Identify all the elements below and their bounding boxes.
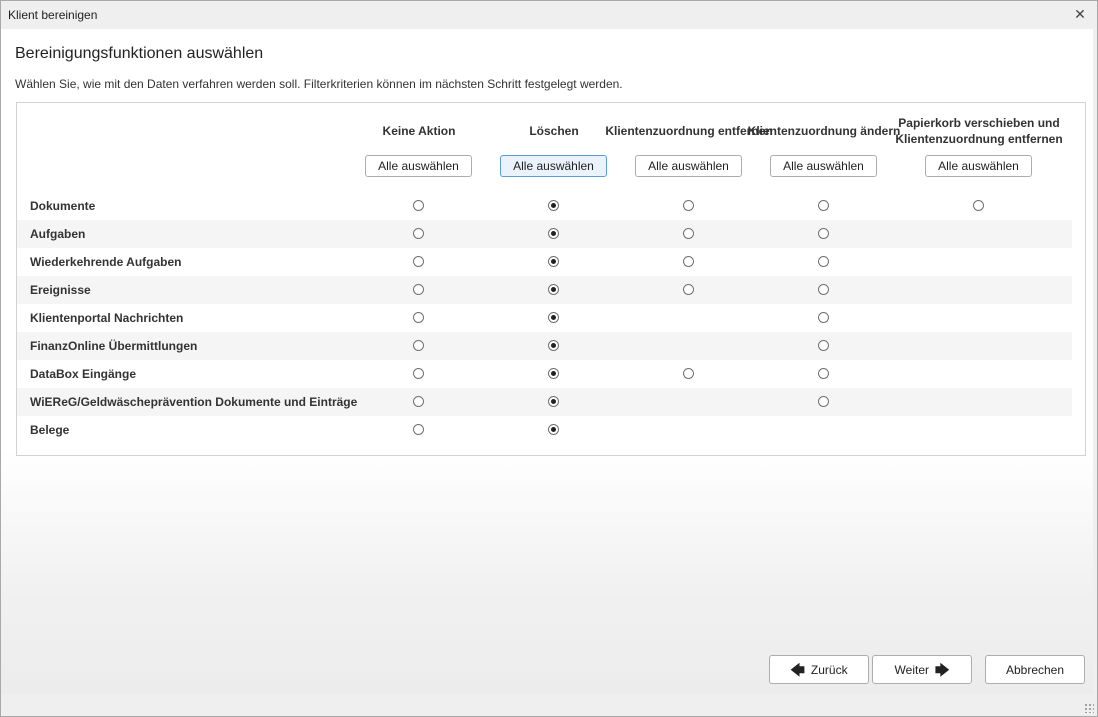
table-row: Ereignisse <box>17 276 1072 304</box>
radio-button[interactable] <box>413 368 424 379</box>
radio-button[interactable] <box>548 312 559 323</box>
row-label: Wiederkehrende Aufgaben <box>30 255 182 269</box>
arrow-left-icon: 🡄 <box>790 661 805 678</box>
row-label: Klientenportal Nachrichten <box>30 311 184 325</box>
radio-button[interactable] <box>683 256 694 267</box>
radio-button[interactable] <box>413 424 424 435</box>
row-label: FinanzOnline Übermittlungen <box>30 339 198 353</box>
back-button-label: Zurück <box>810 662 848 677</box>
content-panel: Bereinigungsfunktionen auswählen Wählen … <box>1 29 1093 694</box>
radio-button[interactable] <box>683 368 694 379</box>
table-row: DataBox Eingänge <box>17 360 1072 388</box>
table-row: Klientenportal Nachrichten <box>17 304 1072 332</box>
title-bar: Klient bereinigen ✕ <box>1 1 1097 29</box>
next-button-label: Weiter <box>894 662 929 677</box>
table-row: Dokumente <box>17 192 1072 220</box>
radio-button[interactable] <box>413 200 424 211</box>
radio-button[interactable] <box>818 200 829 211</box>
resize-grip-icon[interactable] <box>1084 703 1094 713</box>
cancel-button[interactable]: Abbrechen <box>985 655 1085 684</box>
select-all-button[interactable]: Alle auswählen <box>365 155 472 177</box>
instruction-text: Wählen Sie, wie mit den Daten verfahren … <box>15 77 623 91</box>
row-label: Ereignisse <box>30 283 91 297</box>
select-all-button[interactable]: Alle auswählen <box>925 155 1032 177</box>
radio-button[interactable] <box>548 256 559 267</box>
back-button[interactable]: 🡄 Zurück <box>769 655 869 684</box>
column-header: Klientenzuordnung ändern <box>747 124 901 138</box>
row-label: DataBox Eingänge <box>30 367 137 381</box>
radio-button[interactable] <box>548 200 559 211</box>
radio-button[interactable] <box>683 228 694 239</box>
radio-button[interactable] <box>683 200 694 211</box>
page-title: Bereinigungsfunktionen auswählen <box>15 45 264 62</box>
radio-button[interactable] <box>548 396 559 407</box>
radio-button[interactable] <box>818 368 829 379</box>
radio-button[interactable] <box>413 340 424 351</box>
radio-button[interactable] <box>973 200 984 211</box>
row-label: Aufgaben <box>30 227 86 241</box>
dialog-window: Klient bereinigen ✕ Bereinigungsfunktion… <box>0 0 1098 717</box>
table-row: WiEReG/Geldwäscheprävention Dokumente un… <box>17 388 1072 416</box>
table-row: Wiederkehrende Aufgaben <box>17 248 1072 276</box>
row-label: WiEReG/Geldwäscheprävention Dokumente un… <box>30 395 358 409</box>
radio-button[interactable] <box>413 228 424 239</box>
table-row: FinanzOnline Übermittlungen <box>17 332 1072 360</box>
table-row: Belege <box>17 416 1072 444</box>
next-button[interactable]: Weiter 🡆 <box>872 655 972 684</box>
radio-button[interactable] <box>413 312 424 323</box>
select-all-button[interactable]: Alle auswählen <box>635 155 742 177</box>
table-row: Aufgaben <box>17 220 1072 248</box>
radio-button[interactable] <box>413 284 424 295</box>
options-grid: Keine Aktion Alle auswählen Löschen Alle au… <box>16 102 1086 456</box>
window-title: Klient bereinigen <box>8 8 98 22</box>
radio-button[interactable] <box>548 228 559 239</box>
arrow-right-icon: 🡆 <box>934 661 950 678</box>
radio-button[interactable] <box>548 284 559 295</box>
radio-button[interactable] <box>818 228 829 239</box>
radio-button[interactable] <box>818 284 829 295</box>
radio-button[interactable] <box>548 340 559 351</box>
select-all-button[interactable]: Alle auswählen <box>500 155 607 177</box>
radio-button[interactable] <box>818 256 829 267</box>
radio-button[interactable] <box>818 340 829 351</box>
select-all-button[interactable]: Alle auswählen <box>770 155 877 177</box>
close-icon[interactable]: ✕ <box>1071 5 1089 23</box>
radio-button[interactable] <box>413 396 424 407</box>
cancel-button-label: Abbrechen <box>1005 662 1065 677</box>
radio-button[interactable] <box>818 396 829 407</box>
radio-button[interactable] <box>413 256 424 267</box>
radio-button[interactable] <box>548 368 559 379</box>
radio-button[interactable] <box>683 284 694 295</box>
column-header: Papierkorb verschieben und Klientenzuord… <box>895 116 1063 146</box>
radio-button[interactable] <box>548 424 559 435</box>
radio-button[interactable] <box>818 312 829 323</box>
row-label: Dokumente <box>30 199 96 213</box>
row-label: Belege <box>30 423 70 437</box>
